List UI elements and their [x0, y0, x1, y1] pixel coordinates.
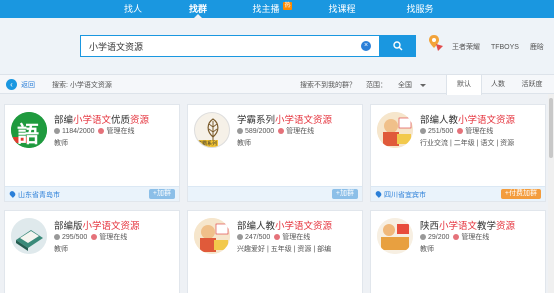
avatar-caption: 学霸系列: [196, 140, 219, 147]
not-found-link[interactable]: 搜索不到我的群？: [300, 80, 356, 90]
group-card[interactable]: 部编人教小学语文资源 251/500 管理在线 行业交流 | 二年级 | 语文 …: [370, 104, 546, 202]
hot-tags: 王者荣耀 TFBOYS 鹿晗: [452, 42, 553, 52]
group-meta: 29/200 管理在线: [420, 232, 489, 242]
group-avatar: [11, 218, 47, 254]
search-area: × 王者荣耀 TFBOYS 鹿晗: [0, 18, 554, 74]
nav-find-streamer[interactable]: 找主播 热: [248, 0, 292, 18]
group-title[interactable]: 部编小学语文优质资源: [54, 112, 149, 126]
search-input[interactable]: [81, 36, 361, 56]
hot-tag[interactable]: TFBOYS: [491, 44, 519, 51]
group-meta: 251/500 管理在线: [420, 126, 493, 136]
paid-join-button[interactable]: +付费加群: [500, 189, 541, 199]
hot-badge: 热: [283, 2, 292, 10]
admin-icon: [274, 234, 281, 240]
range-value: 全国: [398, 82, 412, 89]
admin-icon: [98, 128, 105, 134]
sort-tab-members[interactable]: 人数: [482, 75, 514, 94]
back-link[interactable]: 返回: [21, 80, 35, 90]
group-tags: 教师: [420, 246, 434, 253]
group-tags: 兴趣爱好 | 五年级 | 资源 | 部编: [237, 246, 332, 253]
search-icon: [393, 41, 403, 51]
group-tags: 教师: [54, 140, 68, 147]
group-title[interactable]: 部编人教小学语文资源: [237, 218, 332, 232]
member-icon: [54, 128, 60, 134]
group-avatar: [194, 218, 230, 254]
location-pin-icon: [8, 190, 17, 198]
member-icon: [54, 234, 60, 240]
group-card[interactable]: 部编人教小学语文资源 247/500 管理在线 兴趣爱好 | 五年级 | 资源 …: [187, 210, 363, 293]
group-tags: 行业交流 | 二年级 | 语文 | 资源: [420, 140, 515, 147]
member-icon: [237, 128, 243, 134]
card-footer: 四川省宜宾市 +付费加群: [371, 186, 545, 201]
avatar-text: 語: [17, 122, 40, 147]
hot-tag[interactable]: 王者荣耀: [452, 44, 480, 51]
search-button[interactable]: [380, 35, 416, 57]
nav-find-course[interactable]: 找课程: [320, 0, 364, 18]
back-arrow-icon[interactable]: ‹: [6, 79, 17, 90]
admin-icon: [91, 234, 98, 240]
group-title[interactable]: 陕西小学语文教学资源: [420, 218, 515, 232]
card-footer: 山东省青岛市 +加群: [5, 186, 179, 201]
clear-icon[interactable]: ×: [361, 41, 371, 51]
group-avatar: [377, 112, 413, 148]
group-avatar: 学霸系列: [194, 112, 230, 148]
group-card[interactable]: 部编版小学语文资源 295/500 管理在线 教师: [4, 210, 180, 293]
group-title[interactable]: 学霸系列小学语文资源: [237, 112, 332, 126]
nav-find-people[interactable]: 找人: [115, 0, 151, 18]
sort-tab-activity[interactable]: 活跃度: [514, 75, 550, 94]
card-footer: +加群: [188, 186, 362, 201]
group-meta: 589/2000 管理在线: [237, 126, 314, 136]
search-query-text: 搜索: 小学语文资源: [52, 82, 112, 89]
scrollbar[interactable]: [548, 94, 554, 293]
group-title[interactable]: 部编版小学语文资源: [54, 218, 140, 232]
group-meta: 247/500 管理在线: [237, 232, 310, 242]
scrollbar-thumb[interactable]: [549, 98, 553, 158]
group-avatar: [377, 218, 413, 254]
admin-icon: [453, 234, 460, 240]
sort-tab-default[interactable]: 默认: [446, 75, 482, 95]
group-location: 四川省宜宾市: [374, 190, 426, 200]
group-avatar: 語: [11, 112, 47, 148]
group-meta: 295/500 管理在线: [54, 232, 127, 242]
search-box: ×: [80, 35, 380, 57]
range-dropdown[interactable]: 全国: [398, 80, 426, 90]
member-icon: [420, 128, 426, 134]
group-card[interactable]: 学霸系列 学霸系列小学语文资源 589/2000 管理在线 教师 +加群: [187, 104, 363, 202]
nav-find-group[interactable]: 找群: [180, 0, 216, 18]
nav-find-service[interactable]: 找服务: [398, 0, 442, 18]
top-nav: 找人 找群 找主播 热 找课程 找服务: [0, 0, 554, 18]
location-icon[interactable]: [428, 34, 444, 54]
member-icon: [420, 234, 426, 240]
group-title[interactable]: 部编人教小学语文资源: [420, 112, 515, 126]
group-meta: 1184/2000 管理在线: [54, 126, 134, 136]
admin-icon: [278, 128, 285, 134]
chevron-down-icon: [420, 83, 426, 87]
group-card[interactable]: 語 部编小学语文优质资源 1184/2000 管理在线 教师 山东省青岛市 +加…: [4, 104, 180, 202]
group-tags: 教师: [54, 246, 68, 253]
location-pin-icon: [374, 190, 383, 198]
admin-icon: [457, 128, 464, 134]
join-group-button[interactable]: +加群: [148, 189, 175, 199]
group-tags: 教师: [237, 140, 251, 147]
hot-tag[interactable]: 鹿晗: [530, 44, 544, 51]
result-toolbar: ‹ 返回 搜索: 小学语文资源 搜索不到我的群？ 范围： 全国 默认 人数 活跃…: [0, 74, 554, 95]
join-group-button[interactable]: +加群: [331, 189, 358, 199]
group-location: 山东省青岛市: [8, 190, 60, 200]
nav-find-streamer-label: 找主播: [252, 4, 280, 14]
member-icon: [237, 234, 243, 240]
group-card[interactable]: 陕西小学语文教学资源 29/200 管理在线 教师: [370, 210, 546, 293]
range-label: 范围：: [366, 82, 387, 89]
